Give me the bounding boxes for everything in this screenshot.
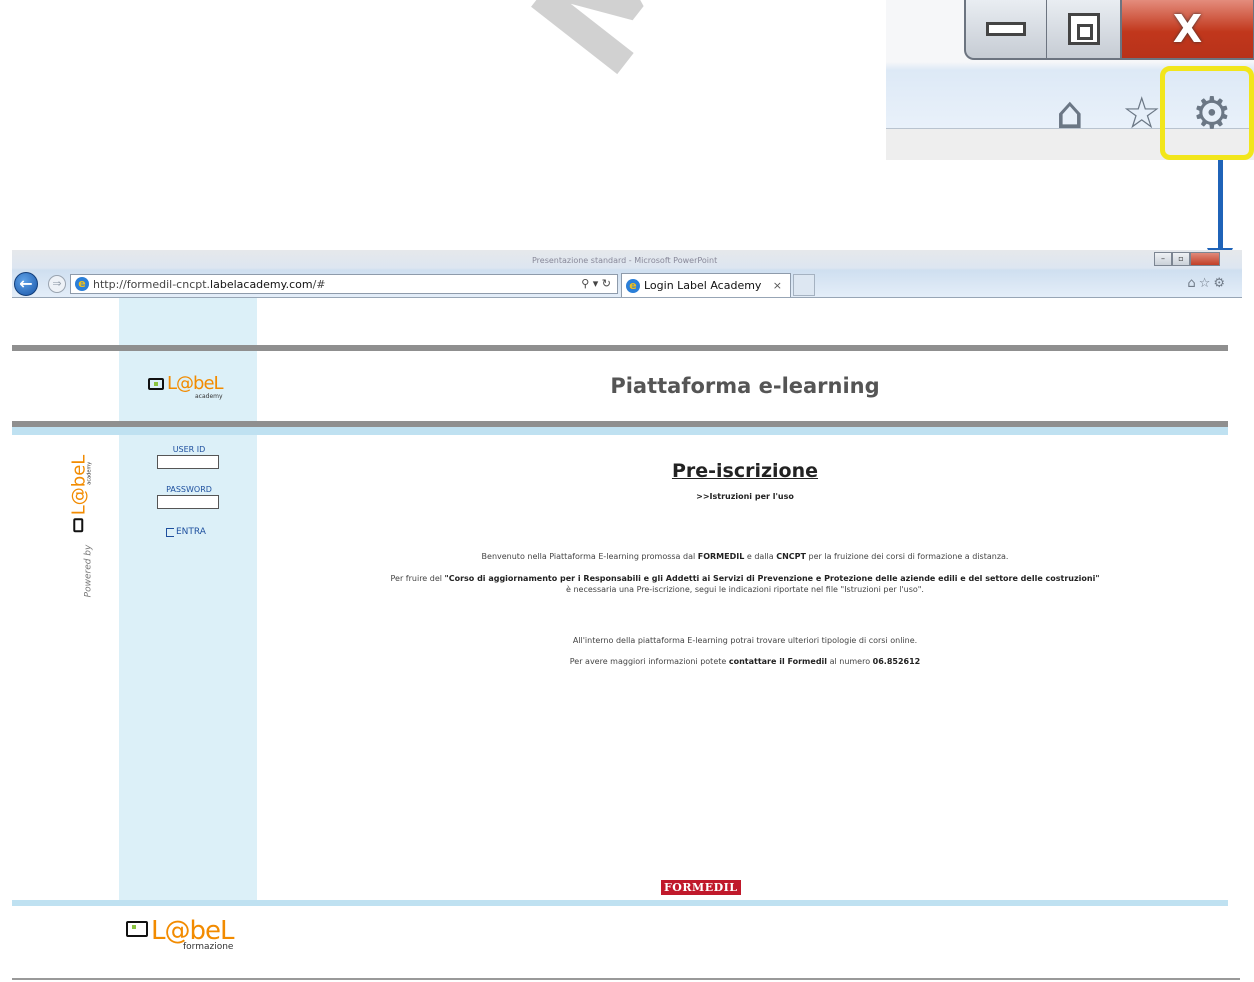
footer-rule: [12, 900, 1228, 906]
minimize-icon: [986, 22, 1026, 36]
bottom-line: [12, 978, 1240, 980]
window-controls: – ▫: [1154, 252, 1220, 266]
minimize-button[interactable]: [964, 0, 1048, 60]
main-content: Pre-iscrizione >>Istruzioni per l'uso Be…: [262, 460, 1228, 666]
label-formazione-logo: L@beL formazione: [126, 916, 234, 952]
gear-highlight-box: [1160, 66, 1254, 160]
browser-toolbar: ⌂☆⚙: [1187, 276, 1228, 291]
logo-sub: academy: [86, 461, 93, 485]
address-bar[interactable]: e http://formedil-cncpt.labelacademy.com…: [70, 274, 618, 294]
header-rule-blue: [12, 427, 1228, 435]
course-text-2: è necessaria una Pre-iscrizione, segui l…: [566, 585, 924, 594]
info-text: Per avere maggiori informazioni potete c…: [569, 657, 921, 666]
search-refresh-icons[interactable]: ⚲ ▾ ↻: [581, 277, 611, 290]
restore-button[interactable]: [1046, 0, 1122, 60]
user-id-input[interactable]: [157, 455, 219, 469]
enter-label: ENTRA: [176, 527, 206, 537]
header-rule-top: [12, 345, 1228, 351]
page-title: Piattaforma e-learning: [610, 374, 880, 398]
password-label: PASSWORD: [166, 485, 212, 494]
address-url: http://formedil-cncpt.labelacademy.com/#: [93, 277, 326, 291]
welcome-text: Benvenuto nella Piattaforma E-learning p…: [481, 552, 1009, 561]
tab-close-icon[interactable]: ×: [773, 279, 790, 292]
star-icon[interactable]: ☆: [1122, 92, 1161, 136]
minimize-button-small[interactable]: –: [1154, 252, 1172, 266]
enter-button[interactable]: ENTRA: [166, 527, 206, 537]
close-button-small[interactable]: [1190, 252, 1220, 266]
restore-button-small[interactable]: ▫: [1172, 252, 1190, 266]
instructions-link[interactable]: >>Istruzioni per l'uso: [262, 492, 1228, 501]
login-icon: [166, 527, 174, 537]
pre-iscrizione-link[interactable]: Pre-iscrizione: [672, 460, 818, 482]
course-text: Per fruire del "Corso di aggiornamento p…: [390, 574, 1100, 583]
forward-button[interactable]: ⇒: [48, 275, 66, 293]
ie-tab-icon: e: [626, 278, 640, 293]
logo-word: L@beL: [151, 916, 234, 946]
powered-by: L@beL academy Powered by: [68, 455, 122, 600]
close-icon: X: [1172, 7, 1203, 51]
home-icon[interactable]: ⌂: [1187, 276, 1198, 291]
gear-icon[interactable]: ⚙: [1213, 276, 1228, 291]
logo-mark: [73, 518, 84, 533]
browser-chrome: Presentazione standard - Microsoft Power…: [12, 250, 1242, 298]
logo-sub: formazione: [183, 942, 234, 952]
close-window-button[interactable]: X: [1121, 0, 1254, 60]
logo-mark: [126, 921, 148, 937]
tab-login-label-academy[interactable]: e Login Label Academy ×: [621, 273, 791, 297]
contact-link[interactable]: contattare il Formedil: [729, 657, 827, 666]
user-id-label: USER ID: [172, 445, 206, 454]
formedil-badge: FORMEDIL: [661, 880, 741, 895]
restore-icon: [1067, 13, 1100, 45]
tab-title: Login Label Academy: [644, 279, 762, 292]
vertical-logo: L@beL academy: [68, 455, 93, 533]
login-form: USER ID PASSWORD: [157, 445, 221, 509]
new-tab-button[interactable]: [793, 274, 815, 296]
home-icon[interactable]: ⌂: [1056, 92, 1084, 136]
inside-text: All'interno della piattaforma E-learning…: [572, 636, 918, 645]
back-button[interactable]: ←: [14, 272, 38, 296]
password-input[interactable]: [157, 495, 219, 509]
powered-by-text: Powered by: [83, 544, 94, 598]
ie-page-icon: e: [75, 277, 89, 291]
window-title: Presentazione standard - Microsoft Power…: [532, 256, 718, 265]
star-icon[interactable]: ☆: [1199, 276, 1214, 291]
